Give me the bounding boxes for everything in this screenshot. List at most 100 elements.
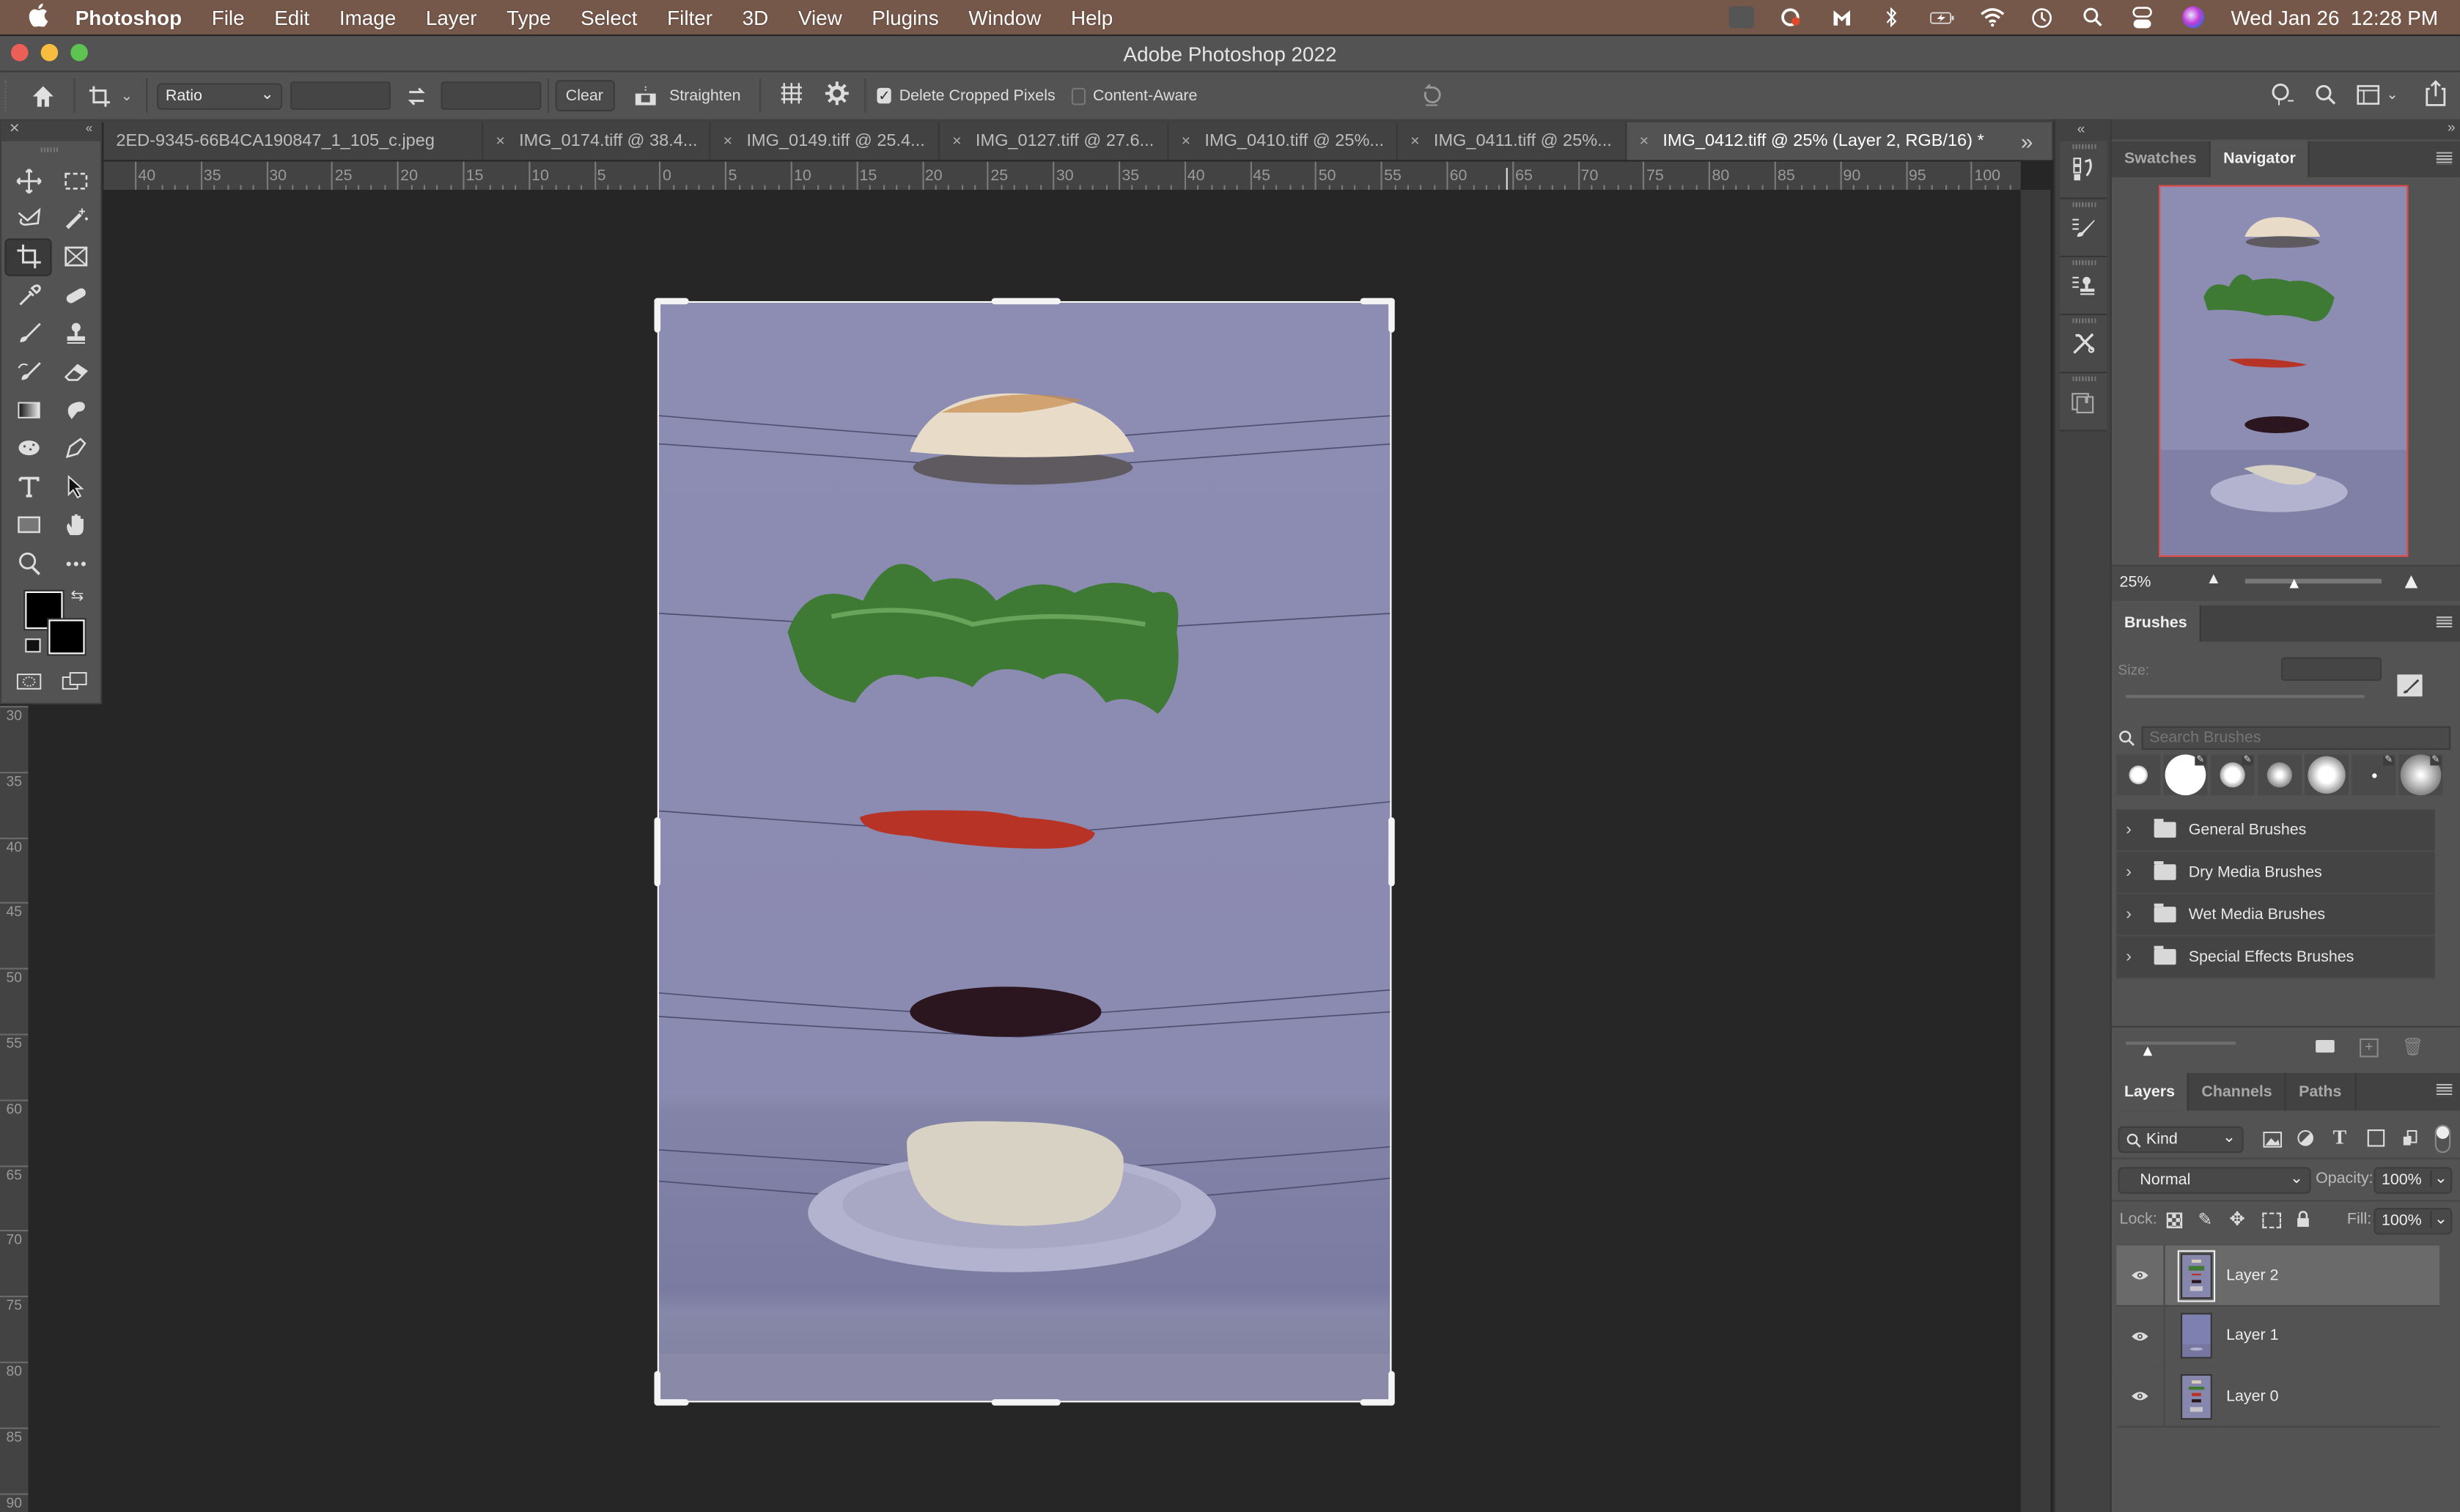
close-tab-icon[interactable]: × xyxy=(1640,133,1649,150)
layer-name[interactable]: Layer 0 xyxy=(2226,1387,2278,1405)
healing-brush-tool[interactable] xyxy=(52,276,99,314)
crop-handle-top[interactable] xyxy=(991,298,1061,305)
menu-help[interactable]: Help xyxy=(1071,5,1113,29)
bluetooth-icon[interactable] xyxy=(1879,7,1904,29)
tool-presets-button[interactable] xyxy=(2060,315,2107,374)
brush-size-slider[interactable] xyxy=(2126,695,2365,698)
filter-toggle-switch[interactable] xyxy=(2434,1124,2451,1154)
document-tab[interactable]: × IMG_0410.tiff @ 25%... xyxy=(1169,122,1399,161)
crop-handle-top-right-v[interactable] xyxy=(1388,298,1395,333)
time-machine-icon[interactable] xyxy=(2030,7,2055,29)
document-tab[interactable]: × IMG_0127.tiff @ 27.6... xyxy=(940,122,1169,161)
clone-stamp-tool[interactable] xyxy=(52,314,99,353)
menu-window[interactable]: Window xyxy=(968,5,1041,29)
filter-adjustment-layers-icon[interactable] xyxy=(2297,1129,2314,1151)
layer-visibility-toggle[interactable] xyxy=(2116,1305,2165,1366)
layer-name[interactable]: Layer 1 xyxy=(2226,1327,2278,1345)
wifi-icon[interactable] xyxy=(1980,7,2005,29)
reset-crop-button[interactable] xyxy=(1420,83,1443,111)
navigator-zoom-value[interactable]: 25% xyxy=(2120,574,2151,591)
history-brush-tool[interactable] xyxy=(4,353,51,391)
edit-toolbar[interactable] xyxy=(52,544,99,582)
layer-thumbnail[interactable] xyxy=(2181,1313,2212,1359)
layer-row[interactable]: Layer 2 xyxy=(2116,1245,2440,1307)
chevron-down-icon[interactable]: ⌄ xyxy=(2429,1170,2448,1188)
clear-button[interactable]: Clear xyxy=(554,80,615,111)
tab-navigator[interactable]: Navigator xyxy=(2210,141,2310,177)
layer-visibility-toggle[interactable] xyxy=(2116,1245,2165,1305)
path-selection-tool[interactable] xyxy=(52,468,99,506)
chevron-right-icon[interactable]: › xyxy=(2126,905,2145,924)
brush-group[interactable]: › Special Effects Brushes xyxy=(2116,936,2435,979)
history-panel-button[interactable] xyxy=(2060,141,2107,199)
close-tab-icon[interactable]: × xyxy=(496,133,505,150)
menu-type[interactable]: Type xyxy=(507,5,550,29)
brush-preset-soft-round-small[interactable] xyxy=(2116,754,2161,796)
search-button[interactable] xyxy=(2314,83,2338,111)
tabs-overflow-button[interactable]: » xyxy=(2021,129,2033,154)
close-tab-icon[interactable]: × xyxy=(952,133,962,150)
menu-layer[interactable]: Layer xyxy=(426,5,477,29)
delete-brush-icon[interactable]: 🗑 xyxy=(2402,1037,2424,1058)
brush-size-input[interactable] xyxy=(2280,657,2382,681)
layer-row[interactable]: Layer 1 xyxy=(2116,1305,2440,1368)
brush-settings-button[interactable] xyxy=(2060,199,2107,258)
layer-name[interactable]: Layer 2 xyxy=(2226,1266,2278,1284)
panel-menu-icon[interactable] xyxy=(2436,1083,2453,1097)
new-brush-group-icon[interactable] xyxy=(2316,1040,2335,1053)
filter-type-layers-icon[interactable]: T xyxy=(2333,1125,2347,1150)
menu-image[interactable]: Image xyxy=(339,5,396,29)
filter-shape-layers-icon[interactable] xyxy=(2367,1129,2385,1147)
zoom-out-button[interactable]: ▲ xyxy=(2206,571,2221,589)
document-tab[interactable]: × IMG_0411.tiff @ 25%... xyxy=(1398,122,1627,161)
crop-handle-bottom-right-v[interactable] xyxy=(1388,1371,1395,1406)
brush-preset-hard-round-large[interactable]: ✎ xyxy=(2163,754,2208,796)
tab-layers[interactable]: Layers xyxy=(2111,1072,2190,1111)
navigator-zoom-slider[interactable] xyxy=(2244,578,2382,584)
crop-handle-left[interactable] xyxy=(654,817,661,887)
menu-plugins[interactable]: Plugins xyxy=(872,5,938,29)
menu-edit[interactable]: Edit xyxy=(274,5,309,29)
swap-colors-icon[interactable]: ⇆ xyxy=(70,589,84,606)
menu-filter[interactable]: Filter xyxy=(667,5,712,29)
horizontal-ruler[interactable]: 40 35 30 25 20 15 10 5 0 5 10 15 20 25 30 35 40 45 50 55 60 6… xyxy=(103,161,2021,192)
close-tab-icon[interactable]: × xyxy=(1410,133,1420,150)
spotlight-search-icon[interactable] xyxy=(2080,7,2105,29)
move-tool[interactable] xyxy=(4,161,51,199)
control-center-icon[interactable] xyxy=(2130,6,2155,29)
lock-image-pixels-icon[interactable]: ✎ xyxy=(2198,1209,2213,1230)
vertical-scrollbar[interactable] xyxy=(2020,189,2051,1512)
search-brushes-input[interactable] xyxy=(2141,726,2451,751)
document-tab[interactable]: × IMG_0174.tiff @ 38.4... xyxy=(483,122,711,161)
tab-channels[interactable]: Channels xyxy=(2189,1072,2286,1111)
brush-preset-hard-round-tiny[interactable]: ✎ xyxy=(2352,754,2396,796)
opacity-input[interactable]: 100% ⌄ xyxy=(2374,1167,2453,1194)
menu-photoshop[interactable]: Photoshop xyxy=(76,5,182,29)
clone-source-button[interactable] xyxy=(2060,257,2107,316)
brush-tool[interactable] xyxy=(4,314,51,353)
chevron-right-icon[interactable]: › xyxy=(2126,820,2145,839)
layer-comps-button[interactable] xyxy=(2060,373,2107,432)
menu-view[interactable]: View xyxy=(798,5,842,29)
rectangular-marquee-tool[interactable] xyxy=(52,161,99,199)
sponge-tool[interactable] xyxy=(4,429,51,468)
zoom-in-button[interactable]: ▲ xyxy=(2401,568,2423,593)
new-brush-icon[interactable]: + xyxy=(2360,1038,2379,1058)
menu-file[interactable]: File xyxy=(212,5,245,29)
brush-preview-size-thumb[interactable]: ▲ xyxy=(2140,1043,2155,1061)
crop-handle-bottom-left-v[interactable] xyxy=(654,1371,661,1406)
close-panel-icon[interactable]: × xyxy=(10,119,20,139)
smudge-tool[interactable] xyxy=(52,391,99,429)
apple-menu-icon[interactable] xyxy=(29,2,51,32)
share-button[interactable] xyxy=(2424,80,2448,111)
close-tab-icon[interactable]: × xyxy=(723,133,733,150)
brush-preset-soft-round-medium-2[interactable] xyxy=(2257,754,2302,796)
tab-paths[interactable]: Paths xyxy=(2286,1072,2356,1111)
tab-brushes[interactable]: Brushes xyxy=(2111,605,2201,642)
blend-mode-select[interactable]: Normal ⌄ xyxy=(2118,1167,2311,1194)
vertical-ruler[interactable]: 30 35 40 45 50 55 60 65 70 75 80 85 90 xyxy=(0,706,29,1512)
frame-tool[interactable] xyxy=(52,238,99,276)
create-brush-button[interactable] xyxy=(2397,674,2423,697)
home-button[interactable] xyxy=(26,84,58,108)
hand-tool[interactable] xyxy=(52,506,99,544)
